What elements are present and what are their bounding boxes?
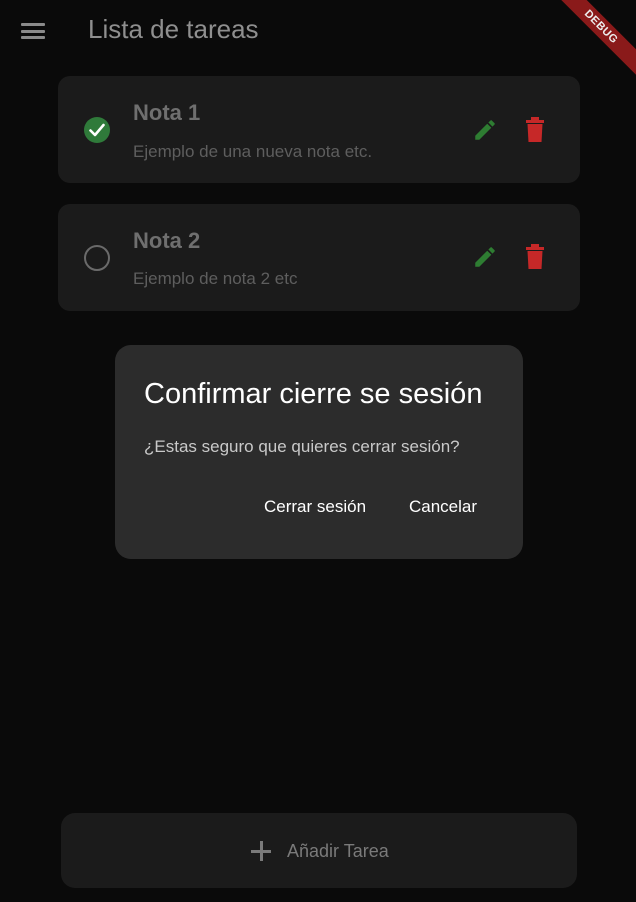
task-card[interactable]: Nota 1 Ejemplo de una nueva nota etc. bbox=[58, 76, 580, 183]
task-completed-check-icon[interactable] bbox=[84, 117, 110, 143]
cancel-button[interactable]: Cancelar bbox=[409, 497, 477, 517]
hamburger-menu-icon[interactable] bbox=[21, 20, 45, 42]
task-title: Nota 1 bbox=[133, 100, 201, 125]
task-title: Nota 2 bbox=[133, 228, 201, 253]
app-bar: Lista de tareas bbox=[0, 0, 636, 62]
delete-trash-icon[interactable] bbox=[524, 244, 546, 270]
logout-confirm-dialog: Confirmar cierre se sesión ¿Estas seguro… bbox=[115, 345, 523, 559]
page-title: Lista de tareas bbox=[88, 14, 259, 44]
add-task-label: Añadir Tarea bbox=[287, 841, 389, 861]
logout-button[interactable]: Cerrar sesión bbox=[264, 497, 366, 517]
task-card[interactable]: Nota 2 Ejemplo de nota 2 etc bbox=[58, 204, 580, 311]
add-task-button[interactable]: Añadir Tarea bbox=[61, 813, 577, 888]
task-uncompleted-circle-icon[interactable] bbox=[84, 245, 110, 271]
task-description: Ejemplo de nota 2 etc bbox=[133, 269, 298, 288]
dialog-title: Confirmar cierre se sesión bbox=[144, 378, 483, 410]
dialog-message: ¿Estas seguro que quieres cerrar sesión? bbox=[144, 437, 460, 456]
edit-pencil-icon[interactable] bbox=[472, 244, 498, 270]
delete-trash-icon[interactable] bbox=[524, 117, 546, 143]
task-description: Ejemplo de una nueva nota etc. bbox=[133, 142, 373, 161]
plus-icon bbox=[251, 841, 271, 861]
edit-pencil-icon[interactable] bbox=[472, 117, 498, 143]
